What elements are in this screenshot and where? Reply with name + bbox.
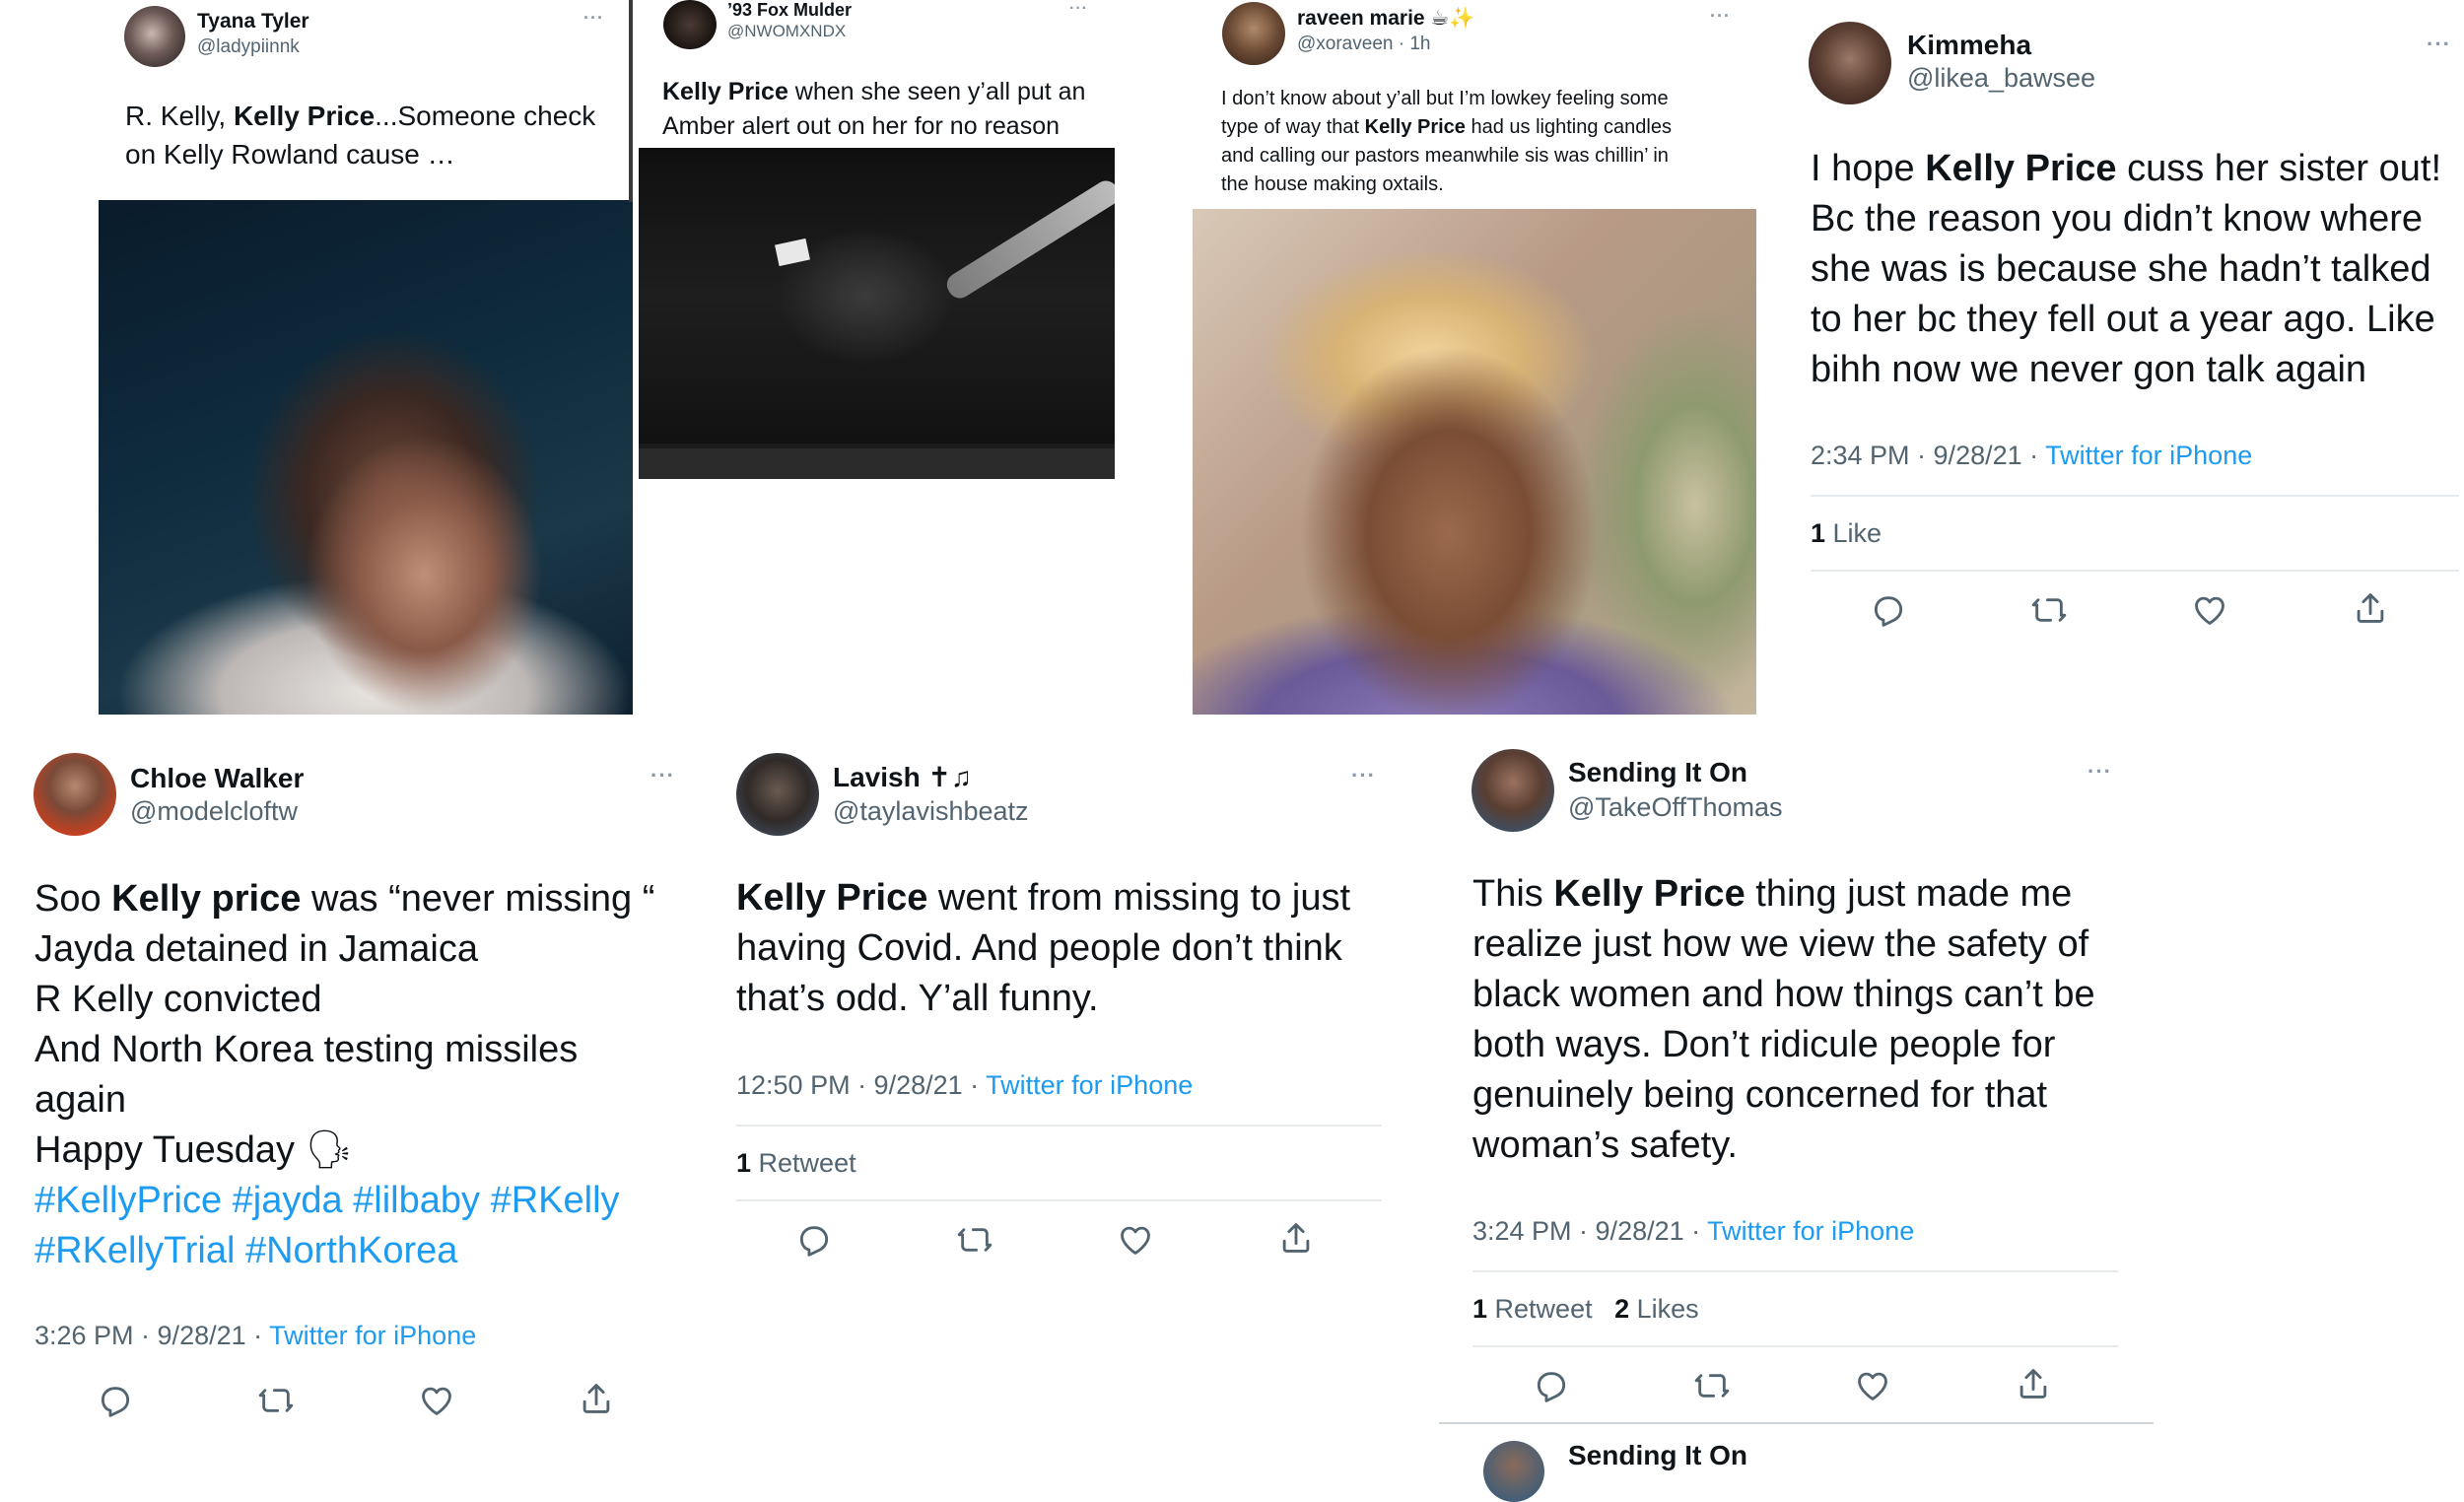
retweet-icon[interactable] [2030,591,2068,629]
author-name[interactable]: raveen marie ☕✨ [1297,6,1474,31]
avatar[interactable] [124,6,185,67]
author-handle[interactable]: @NWOMXNDX [727,22,846,41]
tweet-text: R. Kelly, Kelly Price...Someone check on… [125,101,596,170]
more-options-icon[interactable]: ··· [1710,6,1731,27]
more-options-icon[interactable]: ··· [2088,759,2112,785]
tweet-video-still[interactable] [639,148,1115,479]
author-handle[interactable]: @likea_bawsee [1907,63,2095,94]
more-options-icon[interactable]: ··· [583,8,604,29]
engagement-counts[interactable]: 1 Retweet 2 Likes [1472,1294,1699,1325]
panel-divider [629,0,633,202]
author-name[interactable]: Tyana Tyler [197,10,309,34]
author-name[interactable]: Sending It On [1568,757,1747,788]
share-icon[interactable] [578,1380,615,1417]
share-icon[interactable] [2352,589,2389,627]
like-icon[interactable] [418,1382,455,1419]
hashtags[interactable]: #RKellyTrial #NorthKorea [34,1230,457,1271]
like-icon[interactable] [2191,591,2228,629]
author-handle[interactable]: @TakeOffThomas [1568,792,1783,823]
reply-icon[interactable] [795,1221,833,1259]
tweet-photo-reaction[interactable] [1193,209,1756,715]
tweet-card-kimmeha: Kimmeha @likea_bawsee ··· I hope Kelly P… [1809,0,2464,650]
author-handle[interactable]: @xoraveen · 1h [1297,34,1430,55]
author-name[interactable]: ’93 Fox Mulder [727,0,852,21]
retweet-icon[interactable] [257,1382,295,1419]
author-name[interactable]: Chloe Walker [130,763,304,794]
share-icon[interactable] [1277,1219,1315,1257]
reply-icon[interactable] [1533,1367,1570,1404]
tweet-photo-facepalm[interactable] [99,200,633,715]
next-tweet-avatar[interactable] [1483,1441,1544,1502]
divider [1811,570,2459,572]
divider [1472,1270,2118,1272]
tweet-card-sending-it-on: Sending It On @TakeOffThomas ··· This Ke… [1439,729,2154,1502]
more-options-icon[interactable]: ··· [1069,0,1088,18]
video-frame [639,148,1115,444]
reply-icon[interactable] [97,1382,134,1419]
tweet-text: Kelly Price went from missing to just ha… [736,877,1351,1019]
divider [1811,495,2459,497]
tweet-text: I don’t know about y’all but I’m lowkey … [1221,88,1672,195]
tweet-card-raveen: raveen marie ☕✨ @xoraveen · 1h ··· I don… [1193,0,1774,715]
more-options-icon[interactable]: ··· [1351,763,1376,788]
tweet-text: Soo Kelly price was “never missing “ Jay… [34,878,655,1271]
more-options-icon[interactable]: ··· [650,763,675,788]
reply-icon[interactable] [1870,591,1907,629]
share-icon[interactable] [2015,1365,2052,1402]
tweet-text: This Kelly Price thing just made me real… [1472,873,2095,1166]
retweet-icon[interactable] [1693,1367,1731,1404]
avatar[interactable] [1809,22,1891,104]
source-link[interactable]: Twitter for iPhone [269,1321,476,1350]
next-tweet-author-name[interactable]: Sending It On [1568,1440,1747,1471]
retweet-count[interactable]: 1 Retweet [736,1148,856,1179]
tweet-timestamp: 2:34 PM · 9/28/21 · Twitter for iPhone [1811,441,2253,470]
tweet-card-tyana: Tyana Tyler @ladypiinnk ··· R. Kelly, Ke… [0,0,633,715]
hashtags[interactable]: #KellyPrice #jayda #lilbaby #RKelly [34,1180,620,1221]
author-name[interactable]: Lavish ✝♫ [833,761,972,793]
like-count[interactable]: 1 Like [1811,518,1882,549]
divider [1472,1345,2118,1347]
tweet-text: Kelly Price when she seen y’all put an A… [662,78,1086,140]
avatar[interactable] [34,753,116,836]
tweet-card-chloe: Chloe Walker @modelcloftw ··· Soo Kelly … [0,729,710,1439]
like-icon[interactable] [1117,1221,1154,1259]
tweet-card-lavish: Lavish ✝♫ @taylavishbeatz ··· Kelly Pric… [734,729,1404,1281]
author-name[interactable]: Kimmeha [1907,30,2031,61]
source-link[interactable]: Twitter for iPhone [2045,441,2252,470]
tweet-timestamp: 12:50 PM · 9/28/21 · Twitter for iPhone [736,1070,1194,1100]
author-handle[interactable]: @taylavishbeatz [833,796,1029,827]
source-link[interactable]: Twitter for iPhone [1707,1216,1914,1246]
tweet-card-fox-mulder: ’93 Fox Mulder @NWOMXNDX ··· Kelly Price… [636,0,1119,483]
avatar[interactable] [663,0,717,49]
author-handle[interactable]: @modelcloftw [130,796,298,827]
source-link[interactable]: Twitter for iPhone [986,1070,1193,1100]
video-bottom-bar [639,448,1115,479]
retweet-icon[interactable] [956,1221,993,1259]
tweet-timestamp: 3:24 PM · 9/28/21 · Twitter for iPhone [1472,1216,1915,1246]
avatar[interactable] [1472,749,1554,832]
more-options-icon[interactable]: ··· [2427,32,2451,57]
like-icon[interactable] [1854,1367,1891,1404]
divider [736,1199,1382,1201]
tweet-timestamp: 3:26 PM · 9/28/21 · Twitter for iPhone [34,1321,477,1350]
divider [1439,1422,2154,1424]
avatar[interactable] [736,753,819,836]
tweet-text: I hope Kelly Price cuss her sister out! … [1811,148,2442,390]
avatar[interactable] [1222,2,1285,65]
divider [736,1125,1382,1126]
author-handle[interactable]: @ladypiinnk [197,36,300,58]
